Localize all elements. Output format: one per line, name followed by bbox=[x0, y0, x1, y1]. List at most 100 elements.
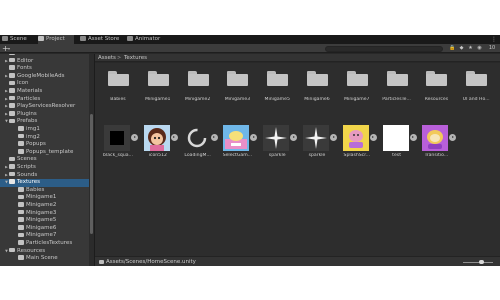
folder-icon bbox=[426, 71, 448, 86]
search-input[interactable] bbox=[325, 45, 443, 52]
tree-item[interactable]: Babies bbox=[0, 187, 89, 195]
folder-icon bbox=[9, 156, 15, 162]
tree-item-label: Minigame1 bbox=[26, 194, 57, 201]
scrollbar-thumb[interactable] bbox=[90, 114, 93, 234]
asset-tile[interactable]: test bbox=[380, 125, 417, 169]
tree-item[interactable]: ▼ Prefabs bbox=[0, 118, 89, 126]
asset-label: test bbox=[392, 153, 401, 158]
type-filter-icon[interactable]: ◆ bbox=[458, 45, 465, 52]
folder-tile[interactable]: UI and Ho... bbox=[459, 64, 493, 104]
asset-store-icon bbox=[80, 36, 86, 41]
tree-item[interactable]: img1 bbox=[0, 126, 89, 134]
breadcrumb-assets[interactable]: Assets bbox=[98, 54, 116, 62]
tree-item-label: Animator bbox=[17, 54, 42, 56]
tree-item[interactable]: ▶ Sounds bbox=[0, 172, 89, 180]
white-square-texture-icon bbox=[382, 125, 409, 151]
folder-tile[interactable]: Minigame2 bbox=[181, 64, 215, 104]
expand-play-icon[interactable] bbox=[449, 134, 457, 141]
expand-play-icon[interactable] bbox=[131, 134, 138, 141]
folder-tile[interactable]: ParticlesTe... bbox=[380, 64, 414, 104]
tree-item-label: GoogleMobileAds bbox=[17, 72, 65, 79]
tree-item[interactable]: Main Scene bbox=[0, 255, 89, 263]
tree-item[interactable]: ▶ GoogleMobileAds bbox=[0, 73, 89, 81]
tree-item[interactable]: Minigame6 bbox=[0, 225, 89, 233]
folder-icon bbox=[18, 240, 24, 245]
tree-item[interactable]: ▶ Materials bbox=[0, 88, 89, 96]
tree-item[interactable]: Minigame5 bbox=[0, 217, 89, 225]
tree-item-label: Minigame7 bbox=[26, 232, 57, 239]
folder-tile[interactable]: Babies bbox=[101, 64, 135, 104]
tree-item[interactable]: Minigame2 bbox=[0, 202, 89, 210]
scene-filter-icon[interactable]: 🔒 bbox=[449, 45, 456, 52]
folder-icon bbox=[18, 133, 24, 139]
asset-tile[interactable]: SelectGam... bbox=[220, 125, 258, 169]
tree-item[interactable]: Popups bbox=[0, 141, 89, 149]
tree-item[interactable]: Fonts bbox=[0, 65, 89, 73]
tree-item[interactable]: ▶ Particles bbox=[0, 96, 89, 104]
tree-item[interactable]: ▼ Resources bbox=[0, 248, 89, 256]
folder-tile[interactable]: Resources bbox=[419, 64, 453, 104]
project-hierarchy: Animator ▶EditorFonts▶GoogleMobileAdsIcon… bbox=[0, 54, 89, 266]
tree-item[interactable]: Minigame7 bbox=[0, 232, 89, 240]
asset-label: black_squa... bbox=[103, 153, 133, 158]
tree-item[interactable]: ▶ Plugins bbox=[0, 111, 89, 119]
zoom-slider-knob[interactable] bbox=[479, 259, 484, 264]
asset-tile[interactable]: SplashScr... bbox=[340, 125, 377, 169]
folder-tile[interactable]: Minigame6 bbox=[300, 64, 334, 104]
folder-tile[interactable]: Minigame1 bbox=[141, 64, 175, 104]
folder-icon bbox=[9, 88, 15, 93]
folder-icon bbox=[9, 111, 15, 116]
tab-menu-icon[interactable]: ⋮ bbox=[491, 35, 497, 44]
tree-item[interactable]: ParticlesTextures bbox=[0, 240, 89, 248]
asset-tile[interactable]: Transitio... bbox=[419, 125, 457, 169]
folder-label: Minigame7 bbox=[344, 97, 370, 102]
tree-item[interactable]: ▶ Editor bbox=[0, 58, 89, 66]
expand-play-icon[interactable] bbox=[290, 134, 298, 141]
tree-item[interactable]: Popups_template bbox=[0, 149, 89, 157]
label-filter-icon[interactable]: ★ bbox=[467, 45, 474, 52]
tab-animator[interactable]: Animator bbox=[127, 35, 167, 44]
folder-icon bbox=[9, 118, 15, 124]
tree-item[interactable]: ▶ Scripts bbox=[0, 164, 89, 172]
asset-tile[interactable]: LoadingM... bbox=[181, 125, 218, 169]
tree-item[interactable]: Minigame1 bbox=[0, 194, 89, 202]
folder-label: Minigame5 bbox=[264, 97, 290, 102]
tab-project[interactable]: Project bbox=[38, 35, 74, 44]
expand-play-icon[interactable] bbox=[210, 134, 218, 141]
folder-icon bbox=[227, 71, 249, 86]
zoom-slider[interactable] bbox=[463, 261, 493, 263]
tree-item[interactable]: Minigame3 bbox=[0, 210, 89, 218]
breadcrumb: Assets > Textures bbox=[95, 54, 500, 62]
tree-item-label: Icon bbox=[17, 80, 29, 87]
asset-tile[interactable]: black_squa... bbox=[101, 125, 138, 169]
expand-play-icon[interactable] bbox=[330, 134, 337, 141]
tree-item[interactable]: img2 bbox=[0, 134, 89, 142]
asset-label: SplashScr... bbox=[343, 153, 371, 158]
folder-icon bbox=[18, 141, 24, 146]
breadcrumb-textures[interactable]: Textures bbox=[124, 54, 147, 62]
tree-item-label: Minigame2 bbox=[26, 202, 57, 208]
visibility-icon[interactable]: ◉ bbox=[476, 45, 483, 52]
sparkle-icon bbox=[263, 125, 290, 151]
asset-tile[interactable]: icon512 bbox=[141, 125, 178, 169]
expand-play-icon[interactable] bbox=[170, 134, 178, 141]
folder-label: UI and Ho... bbox=[462, 97, 490, 102]
tab-scene[interactable]: Scene bbox=[2, 35, 36, 44]
tree-item[interactable]: Icon bbox=[0, 80, 89, 88]
folder-tile[interactable]: Minigame7 bbox=[340, 64, 374, 104]
tree-item-label: Babies bbox=[26, 186, 45, 193]
folder-tile[interactable]: Minigame3 bbox=[220, 64, 254, 104]
tree-item-label: Sounds bbox=[17, 171, 38, 178]
expand-play-icon[interactable] bbox=[369, 134, 377, 141]
tree-item[interactable]: ▶ PlayServicesResolver bbox=[0, 103, 89, 111]
expand-play-icon[interactable] bbox=[250, 134, 258, 141]
asset-tile[interactable]: sparkle bbox=[300, 125, 337, 169]
expand-play-icon[interactable] bbox=[409, 134, 417, 141]
tab-asset-store[interactable]: Asset Store bbox=[80, 35, 125, 44]
folder-tile[interactable]: Minigame5 bbox=[260, 64, 294, 104]
folder-icon bbox=[18, 194, 24, 200]
asset-tile[interactable]: sparkle bbox=[260, 125, 298, 169]
chevron-down-icon[interactable]: ▾ bbox=[8, 44, 10, 53]
tree-item[interactable]: ▼ Textures bbox=[0, 179, 89, 187]
tree-item[interactable]: Scenes bbox=[0, 156, 89, 164]
